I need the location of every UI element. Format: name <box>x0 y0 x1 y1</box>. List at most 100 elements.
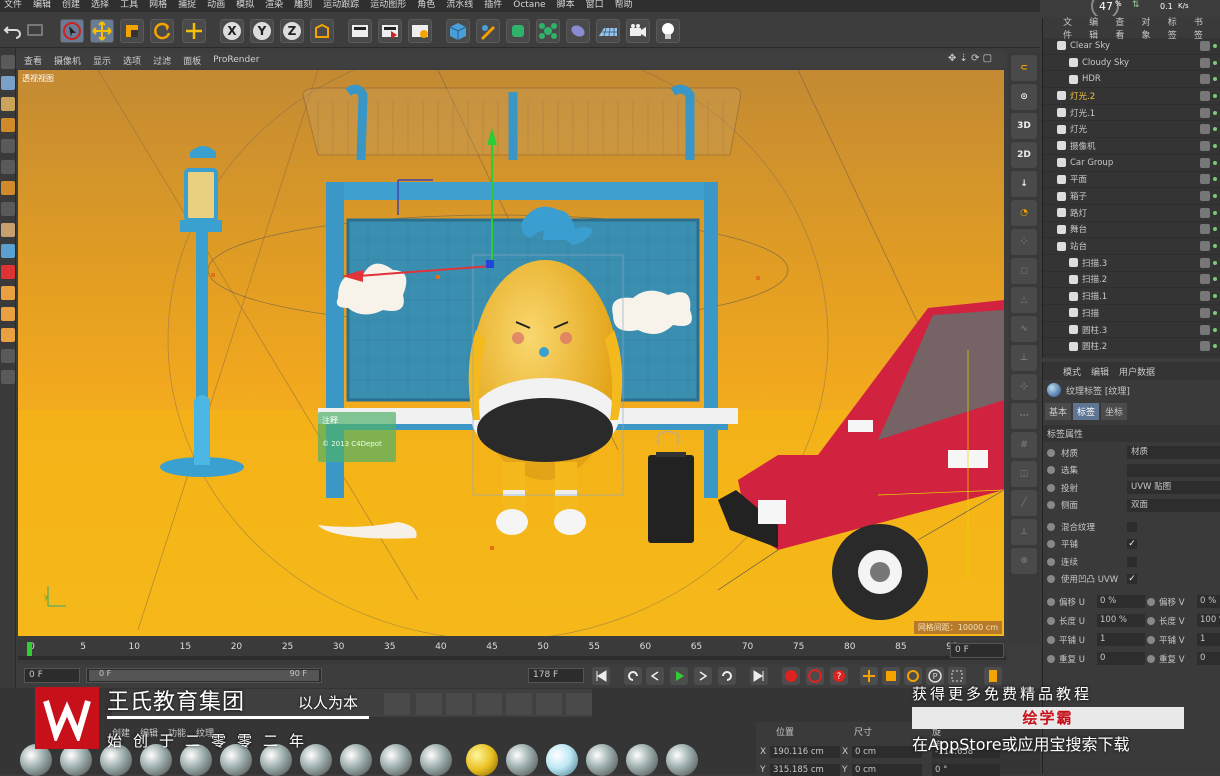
object-row[interactable]: HDR <box>1043 71 1220 89</box>
model-mode-icon[interactable] <box>1 76 15 90</box>
menu-item[interactable]: 选择 <box>91 0 109 12</box>
tab-1[interactable]: 标签 <box>1073 403 1100 420</box>
recent-tool-icon[interactable] <box>182 19 206 43</box>
attribute-value[interactable] <box>1127 463 1220 477</box>
tab-0[interactable]: 基本 <box>1045 403 1072 420</box>
array-icon[interactable] <box>536 19 560 43</box>
render-settings-icon[interactable] <box>408 19 432 43</box>
material-ball-12[interactable] <box>466 744 498 776</box>
key-scale-icon[interactable] <box>882 667 900 685</box>
magnet-icon[interactable]: ⊂ <box>1011 55 1037 81</box>
grid-icon[interactable] <box>1 349 15 363</box>
enable-dot-icon[interactable] <box>1213 277 1217 282</box>
enable-dot-icon[interactable] <box>1213 260 1217 265</box>
menu-item[interactable]: 文件 <box>4 0 22 12</box>
menu-item[interactable]: 渲染 <box>265 0 283 12</box>
numeric-field[interactable]: 100 % <box>1197 614 1220 627</box>
numeric-field[interactable]: 0 % <box>1197 595 1220 608</box>
menu-item[interactable]: 编辑 <box>33 0 51 12</box>
object-row[interactable]: 扫描.2 <box>1043 272 1220 289</box>
snap-dynamic-icon[interactable]: ⊕ <box>1011 548 1037 574</box>
scale-tool-icon[interactable] <box>120 19 144 43</box>
object-row[interactable]: Cloudy Sky <box>1043 55 1220 72</box>
viewport-menu-item[interactable]: ProRender <box>213 55 259 65</box>
visibility-tag-icon[interactable] <box>1200 341 1210 352</box>
animate-radio-icon[interactable] <box>1047 483 1055 492</box>
viewport-menu-item[interactable]: 摄像机 <box>54 54 81 67</box>
range-slider[interactable]: 0 F 90 F <box>86 668 322 683</box>
object-row[interactable]: 平面 <box>1043 172 1220 189</box>
menu-item[interactable]: 运动图形 <box>370 0 406 12</box>
go-to-start-icon[interactable] <box>592 667 610 685</box>
z-axis-icon[interactable]: Z <box>280 19 304 43</box>
y-size-field[interactable]: 0 cm <box>852 764 922 776</box>
numeric-field[interactable]: 1 <box>1097 633 1145 646</box>
key-position-icon[interactable] <box>860 667 878 685</box>
enable-dot-icon[interactable] <box>1213 177 1217 182</box>
viewport-menu-item[interactable]: 过滤 <box>153 54 171 67</box>
animate-radio-icon[interactable] <box>1047 522 1055 531</box>
animate-radio-icon[interactable] <box>1147 597 1155 606</box>
make-editable-icon[interactable] <box>1 55 15 69</box>
visibility-tag-icon[interactable] <box>1200 324 1210 335</box>
y-position-field[interactable]: 315.185 cm <box>770 764 840 776</box>
box-tool-icon[interactable] <box>446 693 472 715</box>
camera-icon[interactable] <box>626 19 650 43</box>
animate-radio-icon[interactable] <box>1047 597 1055 606</box>
animate-radio-icon[interactable] <box>1047 540 1055 549</box>
attribute-value[interactable]: 材质 <box>1127 446 1220 460</box>
coordinate-system-icon[interactable] <box>310 19 334 43</box>
floor-tool-icon[interactable] <box>384 693 410 715</box>
menu-item[interactable]: 工具 <box>120 0 138 12</box>
playhead[interactable] <box>27 642 32 656</box>
enable-dot-icon[interactable] <box>1213 43 1217 48</box>
enable-dot-icon[interactable] <box>1213 194 1217 199</box>
visibility-tag-icon[interactable] <box>1200 140 1210 151</box>
p-rotation-field[interactable]: 0 ° <box>932 764 1000 776</box>
enable-dot-icon[interactable] <box>1213 310 1217 315</box>
object-row[interactable]: Car Group <box>1043 155 1220 172</box>
bend-tool-icon[interactable] <box>476 693 502 715</box>
grid-dots-icon[interactable] <box>536 693 562 715</box>
enable-dot-icon[interactable] <box>1213 143 1217 148</box>
cube-icon[interactable] <box>446 19 470 43</box>
attribute-menu-item[interactable]: 编辑 <box>1091 365 1109 378</box>
viewport-menu-item[interactable]: 显示 <box>93 54 111 67</box>
snap-vertex-icon[interactable]: ⁘ <box>1011 229 1037 255</box>
next-frame-icon[interactable] <box>694 667 712 685</box>
enable-dot-icon[interactable] <box>1213 60 1217 65</box>
enable-dot-icon[interactable] <box>1213 294 1217 299</box>
enable-dot-icon[interactable] <box>1213 127 1217 132</box>
enable-dot-icon[interactable] <box>1213 227 1217 232</box>
enable-dot-icon[interactable] <box>1213 327 1217 332</box>
visibility-tag-icon[interactable] <box>1200 90 1210 101</box>
viewport-menu-item[interactable]: 面板 <box>183 54 201 67</box>
menu-item[interactable]: 运动跟踪 <box>323 0 359 12</box>
axis-mode-icon[interactable] <box>1 202 15 216</box>
x-position-field[interactable]: 190.116 cm <box>770 746 840 758</box>
menu-item[interactable]: 动画 <box>207 0 225 12</box>
menu-item[interactable]: 雕刻 <box>294 0 312 12</box>
points-mode-icon[interactable] <box>1 139 15 153</box>
previous-key-icon[interactable] <box>624 667 642 685</box>
render-view-icon[interactable] <box>348 19 372 43</box>
play-icon[interactable] <box>670 667 688 685</box>
viewport-nav-icons[interactable]: ✥ ⇣ ⟳ ▢ <box>948 53 992 64</box>
object-row[interactable]: 箱子 <box>1043 188 1220 205</box>
floor-icon[interactable] <box>596 19 620 43</box>
grid-tool-icon[interactable] <box>416 693 442 715</box>
object-row[interactable]: 摄像机 <box>1043 138 1220 155</box>
animate-radio-icon[interactable] <box>1147 616 1155 625</box>
start-frame-field[interactable]: 0 F <box>24 668 80 683</box>
animate-radio-icon[interactable] <box>1047 448 1055 457</box>
tab-2[interactable]: 坐标 <box>1101 403 1128 420</box>
material-ball-14[interactable] <box>546 744 578 776</box>
numeric-field[interactable]: 0 <box>1197 652 1220 665</box>
menu-item[interactable]: 网格 <box>149 0 167 12</box>
texture-mode-icon[interactable] <box>1 97 15 111</box>
snap-spline-icon[interactable]: ∿ <box>1011 316 1037 342</box>
checkbox[interactable] <box>1127 556 1137 567</box>
visibility-tag-icon[interactable] <box>1200 124 1210 135</box>
visibility-tag-icon[interactable] <box>1200 57 1210 68</box>
visibility-tag-icon[interactable] <box>1200 157 1210 168</box>
